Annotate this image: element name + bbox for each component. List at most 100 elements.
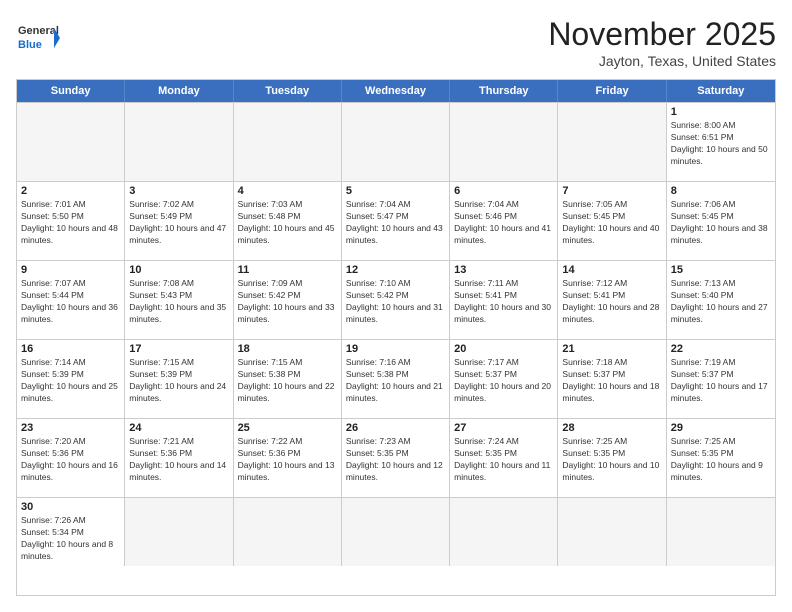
day-number-19: 19 <box>346 343 445 355</box>
day-info-8: Sunrise: 7:06 AMSunset: 5:45 PMDaylight:… <box>671 199 771 247</box>
header-friday: Friday <box>558 80 666 102</box>
day-cell-25: 25 Sunrise: 7:22 AMSunset: 5:36 PMDayligh… <box>234 419 342 497</box>
day-cell-9: 9 Sunrise: 7:07 AMSunset: 5:44 PMDaylight… <box>17 261 125 339</box>
calendar: SundayMondayTuesdayWednesdayThursdayFrid… <box>16 79 776 596</box>
day-number-16: 16 <box>21 343 120 355</box>
day-number-12: 12 <box>346 264 445 276</box>
day-number-10: 10 <box>129 264 228 276</box>
day-info-12: Sunrise: 7:10 AMSunset: 5:42 PMDaylight:… <box>346 278 445 326</box>
day-info-2: Sunrise: 7:01 AMSunset: 5:50 PMDaylight:… <box>21 199 120 247</box>
day-info-27: Sunrise: 7:24 AMSunset: 5:35 PMDaylight:… <box>454 436 553 484</box>
empty-cell-0-4 <box>450 103 558 181</box>
day-info-9: Sunrise: 7:07 AMSunset: 5:44 PMDaylight:… <box>21 278 120 326</box>
day-cell-16: 16 Sunrise: 7:14 AMSunset: 5:39 PMDayligh… <box>17 340 125 418</box>
calendar-header: SundayMondayTuesdayWednesdayThursdayFrid… <box>17 80 775 102</box>
day-info-5: Sunrise: 7:04 AMSunset: 5:47 PMDaylight:… <box>346 199 445 247</box>
day-number-4: 4 <box>238 185 337 197</box>
day-cell-20: 20 Sunrise: 7:17 AMSunset: 5:37 PMDayligh… <box>450 340 558 418</box>
day-info-1: Sunrise: 8:00 AMSunset: 6:51 PMDaylight:… <box>671 120 771 168</box>
day-cell-10: 10 Sunrise: 7:08 AMSunset: 5:43 PMDayligh… <box>125 261 233 339</box>
day-info-26: Sunrise: 7:23 AMSunset: 5:35 PMDaylight:… <box>346 436 445 484</box>
day-cell-23: 23 Sunrise: 7:20 AMSunset: 5:36 PMDayligh… <box>17 419 125 497</box>
day-number-9: 9 <box>21 264 120 276</box>
day-number-15: 15 <box>671 264 771 276</box>
day-info-6: Sunrise: 7:04 AMSunset: 5:46 PMDaylight:… <box>454 199 553 247</box>
day-info-13: Sunrise: 7:11 AMSunset: 5:41 PMDaylight:… <box>454 278 553 326</box>
empty-cell-0-5 <box>558 103 666 181</box>
month-title: November 2025 <box>548 16 776 53</box>
empty-cell-5-2 <box>234 498 342 566</box>
empty-cell-0-1 <box>125 103 233 181</box>
day-info-15: Sunrise: 7:13 AMSunset: 5:40 PMDaylight:… <box>671 278 771 326</box>
day-cell-24: 24 Sunrise: 7:21 AMSunset: 5:36 PMDayligh… <box>125 419 233 497</box>
day-cell-7: 7Sunrise: 7:05 AMSunset: 5:45 PMDaylight… <box>558 182 666 260</box>
logo-svg: General Blue <box>16 16 60 60</box>
day-cell-29: 29 Sunrise: 7:25 AMSunset: 5:35 PMDayligh… <box>667 419 775 497</box>
day-info-24: Sunrise: 7:21 AMSunset: 5:36 PMDaylight:… <box>129 436 228 484</box>
week-row-6: 30 Sunrise: 7:26 AMSunset: 5:34 PMDayligh… <box>17 497 775 566</box>
header-saturday: Saturday <box>667 80 775 102</box>
week-row-2: 2 Sunrise: 7:01 AMSunset: 5:50 PMDaylight… <box>17 181 775 260</box>
page: General Blue November 2025 Jayton, Texas… <box>0 0 792 612</box>
day-number-29: 29 <box>671 422 771 434</box>
day-info-20: Sunrise: 7:17 AMSunset: 5:37 PMDaylight:… <box>454 357 553 405</box>
day-cell-15: 15 Sunrise: 7:13 AMSunset: 5:40 PMDayligh… <box>667 261 775 339</box>
day-info-17: Sunrise: 7:15 AMSunset: 5:39 PMDaylight:… <box>129 357 228 405</box>
day-info-30: Sunrise: 7:26 AMSunset: 5:34 PMDaylight:… <box>21 515 120 563</box>
week-row-5: 23 Sunrise: 7:20 AMSunset: 5:36 PMDayligh… <box>17 418 775 497</box>
title-block: November 2025 Jayton, Texas, United Stat… <box>548 16 776 69</box>
day-number-28: 28 <box>562 422 661 434</box>
calendar-body: 1Sunrise: 8:00 AMSunset: 6:51 PMDaylight… <box>17 102 775 566</box>
day-cell-30: 30 Sunrise: 7:26 AMSunset: 5:34 PMDayligh… <box>17 498 125 566</box>
svg-text:General: General <box>18 25 59 37</box>
day-number-14: 14 <box>562 264 661 276</box>
header-monday: Monday <box>125 80 233 102</box>
day-info-29: Sunrise: 7:25 AMSunset: 5:35 PMDaylight:… <box>671 436 771 484</box>
day-cell-17: 17Sunrise: 7:15 AMSunset: 5:39 PMDayligh… <box>125 340 233 418</box>
empty-cell-5-3 <box>342 498 450 566</box>
day-info-7: Sunrise: 7:05 AMSunset: 5:45 PMDaylight:… <box>562 199 661 247</box>
header-tuesday: Tuesday <box>234 80 342 102</box>
day-number-25: 25 <box>238 422 337 434</box>
empty-cell-0-3 <box>342 103 450 181</box>
day-cell-26: 26 Sunrise: 7:23 AMSunset: 5:35 PMDayligh… <box>342 419 450 497</box>
day-number-23: 23 <box>21 422 120 434</box>
day-cell-14: 14Sunrise: 7:12 AMSunset: 5:41 PMDayligh… <box>558 261 666 339</box>
day-cell-2: 2 Sunrise: 7:01 AMSunset: 5:50 PMDaylight… <box>17 182 125 260</box>
day-info-4: Sunrise: 7:03 AMSunset: 5:48 PMDaylight:… <box>238 199 337 247</box>
empty-cell-5-4 <box>450 498 558 566</box>
day-cell-27: 27Sunrise: 7:24 AMSunset: 5:35 PMDayligh… <box>450 419 558 497</box>
day-number-30: 30 <box>21 501 120 513</box>
day-info-25: Sunrise: 7:22 AMSunset: 5:36 PMDaylight:… <box>238 436 337 484</box>
day-number-5: 5 <box>346 185 445 197</box>
day-number-26: 26 <box>346 422 445 434</box>
empty-cell-5-5 <box>558 498 666 566</box>
day-number-2: 2 <box>21 185 120 197</box>
day-cell-12: 12 Sunrise: 7:10 AMSunset: 5:42 PMDayligh… <box>342 261 450 339</box>
day-number-20: 20 <box>454 343 553 355</box>
day-info-23: Sunrise: 7:20 AMSunset: 5:36 PMDaylight:… <box>21 436 120 484</box>
day-cell-19: 19 Sunrise: 7:16 AMSunset: 5:38 PMDayligh… <box>342 340 450 418</box>
week-row-1: 1Sunrise: 8:00 AMSunset: 6:51 PMDaylight… <box>17 102 775 181</box>
week-row-3: 9 Sunrise: 7:07 AMSunset: 5:44 PMDaylight… <box>17 260 775 339</box>
svg-text:Blue: Blue <box>18 39 42 51</box>
day-number-22: 22 <box>671 343 771 355</box>
day-info-21: Sunrise: 7:18 AMSunset: 5:37 PMDaylight:… <box>562 357 661 405</box>
day-number-8: 8 <box>671 185 771 197</box>
day-cell-8: 8 Sunrise: 7:06 AMSunset: 5:45 PMDaylight… <box>667 182 775 260</box>
day-number-24: 24 <box>129 422 228 434</box>
empty-cell-0-2 <box>234 103 342 181</box>
day-info-18: Sunrise: 7:15 AMSunset: 5:38 PMDaylight:… <box>238 357 337 405</box>
day-info-19: Sunrise: 7:16 AMSunset: 5:38 PMDaylight:… <box>346 357 445 405</box>
day-info-10: Sunrise: 7:08 AMSunset: 5:43 PMDaylight:… <box>129 278 228 326</box>
day-info-22: Sunrise: 7:19 AMSunset: 5:37 PMDaylight:… <box>671 357 771 405</box>
day-info-28: Sunrise: 7:25 AMSunset: 5:35 PMDaylight:… <box>562 436 661 484</box>
day-info-3: Sunrise: 7:02 AMSunset: 5:49 PMDaylight:… <box>129 199 228 247</box>
day-cell-3: 3 Sunrise: 7:02 AMSunset: 5:49 PMDaylight… <box>125 182 233 260</box>
logo: General Blue <box>16 16 60 60</box>
day-cell-1: 1Sunrise: 8:00 AMSunset: 6:51 PMDaylight… <box>667 103 775 181</box>
day-info-11: Sunrise: 7:09 AMSunset: 5:42 PMDaylight:… <box>238 278 337 326</box>
day-number-3: 3 <box>129 185 228 197</box>
day-cell-4: 4 Sunrise: 7:03 AMSunset: 5:48 PMDaylight… <box>234 182 342 260</box>
day-info-16: Sunrise: 7:14 AMSunset: 5:39 PMDaylight:… <box>21 357 120 405</box>
